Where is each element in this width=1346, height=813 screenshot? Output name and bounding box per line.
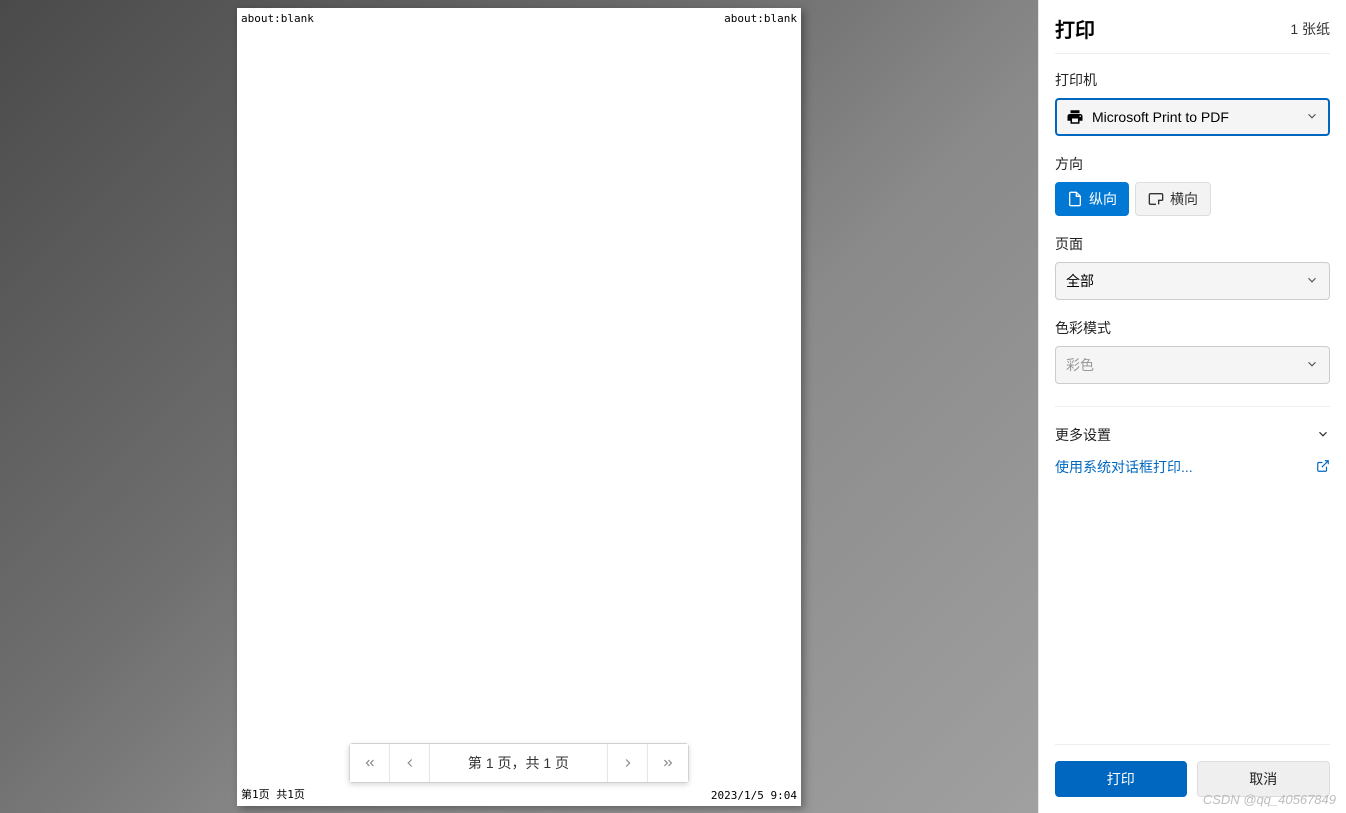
page-footer-right: 2023/1/5 9:04 <box>711 789 797 802</box>
color-mode-label: 色彩模式 <box>1055 318 1330 338</box>
more-settings-toggle[interactable]: 更多设置 <box>1055 421 1330 449</box>
orientation-landscape-button[interactable]: 横向 <box>1135 182 1211 216</box>
preview-page: about:blank about:blank 第1页 共1页 2023/1/5… <box>237 8 801 806</box>
pages-value: 全部 <box>1066 271 1305 291</box>
printer-icon <box>1066 108 1084 126</box>
prev-page-button[interactable] <box>390 744 430 782</box>
orientation-label: 方向 <box>1055 154 1330 174</box>
landscape-page-icon <box>1148 191 1164 207</box>
chevron-left-icon <box>402 756 416 770</box>
sheet-count: 1 张纸 <box>1290 19 1330 39</box>
portrait-label: 纵向 <box>1089 189 1117 209</box>
system-dialog-label: 使用系统对话框打印... <box>1055 457 1193 477</box>
portrait-page-icon <box>1067 191 1083 207</box>
external-link-icon <box>1316 459 1330 476</box>
pager-label: 第 1 页，共 1 页 <box>430 744 608 782</box>
chevron-right-icon <box>621 756 635 770</box>
page-footer-left: 第1页 共1页 <box>241 786 305 802</box>
chevron-down-icon <box>1316 427 1330 444</box>
chevron-double-left-icon <box>362 756 376 770</box>
page-header-right: about:blank <box>724 12 797 25</box>
printer-value: Microsoft Print to PDF <box>1092 109 1305 125</box>
system-dialog-link[interactable]: 使用系统对话框打印... <box>1055 449 1330 485</box>
color-mode-value: 彩色 <box>1066 355 1305 375</box>
chevron-down-icon <box>1305 109 1319 126</box>
color-mode-select[interactable]: 彩色 <box>1055 346 1330 384</box>
more-settings-label: 更多设置 <box>1055 425 1111 445</box>
chevron-double-right-icon <box>661 756 675 770</box>
chevron-down-icon <box>1305 273 1319 290</box>
next-page-button[interactable] <box>608 744 648 782</box>
printer-select[interactable]: Microsoft Print to PDF <box>1055 98 1330 136</box>
pages-label: 页面 <box>1055 234 1330 254</box>
landscape-label: 横向 <box>1170 189 1198 209</box>
print-settings-sidebar: 打印 1 张纸 打印机 Microsoft Print to PDF 方向 纵向… <box>1038 0 1346 813</box>
first-page-button[interactable] <box>350 744 390 782</box>
print-preview-area: about:blank about:blank 第1页 共1页 2023/1/5… <box>0 0 1038 813</box>
cancel-button[interactable]: 取消 <box>1197 761 1331 797</box>
page-header-left: about:blank <box>241 12 314 25</box>
printer-label: 打印机 <box>1055 70 1330 90</box>
pages-select[interactable]: 全部 <box>1055 262 1330 300</box>
print-button[interactable]: 打印 <box>1055 761 1187 797</box>
orientation-portrait-button[interactable]: 纵向 <box>1055 182 1129 216</box>
sidebar-title: 打印 <box>1055 14 1095 43</box>
divider <box>1055 406 1330 407</box>
last-page-button[interactable] <box>648 744 688 782</box>
chevron-down-icon <box>1305 357 1319 374</box>
page-navigator: 第 1 页，共 1 页 <box>349 743 689 783</box>
